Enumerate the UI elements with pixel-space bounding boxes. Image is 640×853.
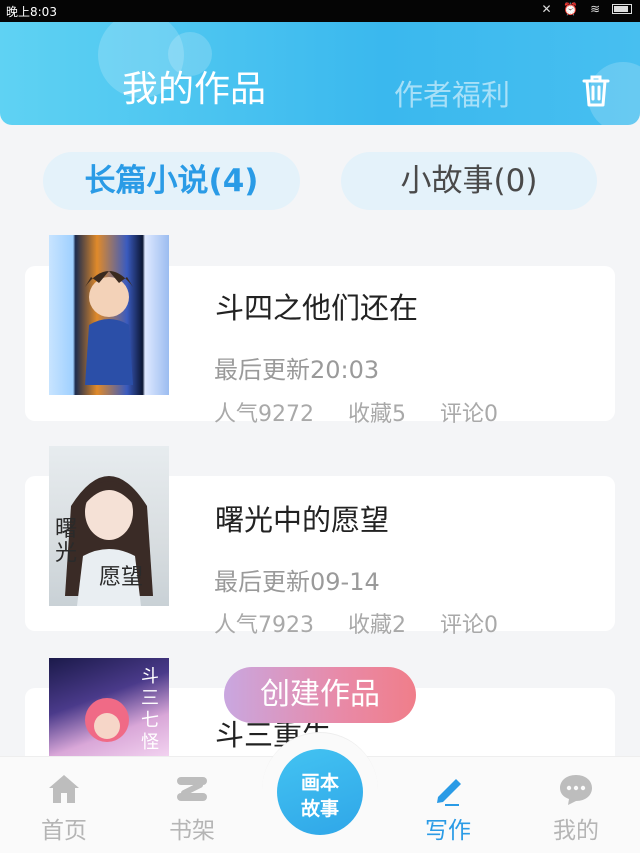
nav-home[interactable]: 首页 [14,757,114,853]
work-popularity: 人气7923 [214,613,314,638]
work-title: 曙光中的愿望 [215,503,390,537]
trash-icon[interactable] [582,75,610,107]
nav-writing[interactable]: 写作 [398,757,498,853]
work-favorites: 收藏5 [348,402,406,427]
author-welfare-link[interactable]: 作者福利 [394,72,510,114]
nav-mine[interactable]: 我的 [526,757,626,853]
svg-text:怪: 怪 [141,732,159,753]
pen-icon [437,779,461,806]
work-comments: 评论0 [440,613,498,638]
work-comments: 评论0 [440,402,498,427]
wifi-icon: ≋ [590,2,605,16]
work-favorites: 收藏2 [348,613,406,638]
work-title: 斗四之他们还在 [215,291,419,325]
tab-long-novels[interactable]: 长篇小说(4) [43,152,300,210]
tab-short-stories[interactable]: 小故事(0) [341,152,597,210]
svg-text:愿望: 愿望 [99,565,143,590]
cover-art: 斗 三 七 怪 [85,666,159,753]
comic-story-line2: 故事 [300,798,339,820]
nav-label-mine: 我的 [553,818,599,844]
svg-text:光: 光 [55,541,77,566]
cover-art [85,271,133,385]
work-updated: 最后更新09-14 [214,568,380,596]
work-cover-image[interactable]: 斗 三 七 怪 [49,658,169,756]
nav-label-home: 首页 [41,818,87,844]
comic-story-line1: 画本 [300,772,339,794]
work-popularity: 人气9272 [214,402,314,427]
page-title: 我的作品 [122,69,267,110]
svg-text:三: 三 [141,688,159,709]
status-icons: ✕ ⏰ ≋ [541,2,632,16]
nav-label-writing: 写作 [425,818,471,844]
comic-story-button[interactable]: 画本 故事 [277,749,363,835]
create-work-button[interactable]: 创建作品 [224,667,416,723]
svg-text:七: 七 [141,710,159,731]
chat-bubble-icon [560,775,592,805]
work-cover-image[interactable]: 曙 光 愿望 [49,446,169,606]
svg-text:斗: 斗 [141,666,159,687]
nav-bookshelf[interactable]: 书架 [142,757,242,853]
page-header: 我的作品 作者福利 [0,22,640,125]
cover-art: 曙 光 愿望 [55,476,153,606]
status-time: 晚上8:03 [6,5,57,19]
svg-text:曙: 曙 [55,517,77,542]
nav-label-bookshelf: 书架 [169,818,215,844]
mute-icon: ✕ [541,2,556,16]
alarm-icon: ⏰ [563,2,583,16]
work-cover-image[interactable] [49,235,169,395]
work-updated: 最后更新20:03 [214,356,380,384]
battery-icon [612,3,632,14]
status-bar: 晚上8:03 ✕ ⏰ ≋ [0,0,640,22]
bookshelf-icon [177,777,207,801]
home-icon [49,775,79,803]
